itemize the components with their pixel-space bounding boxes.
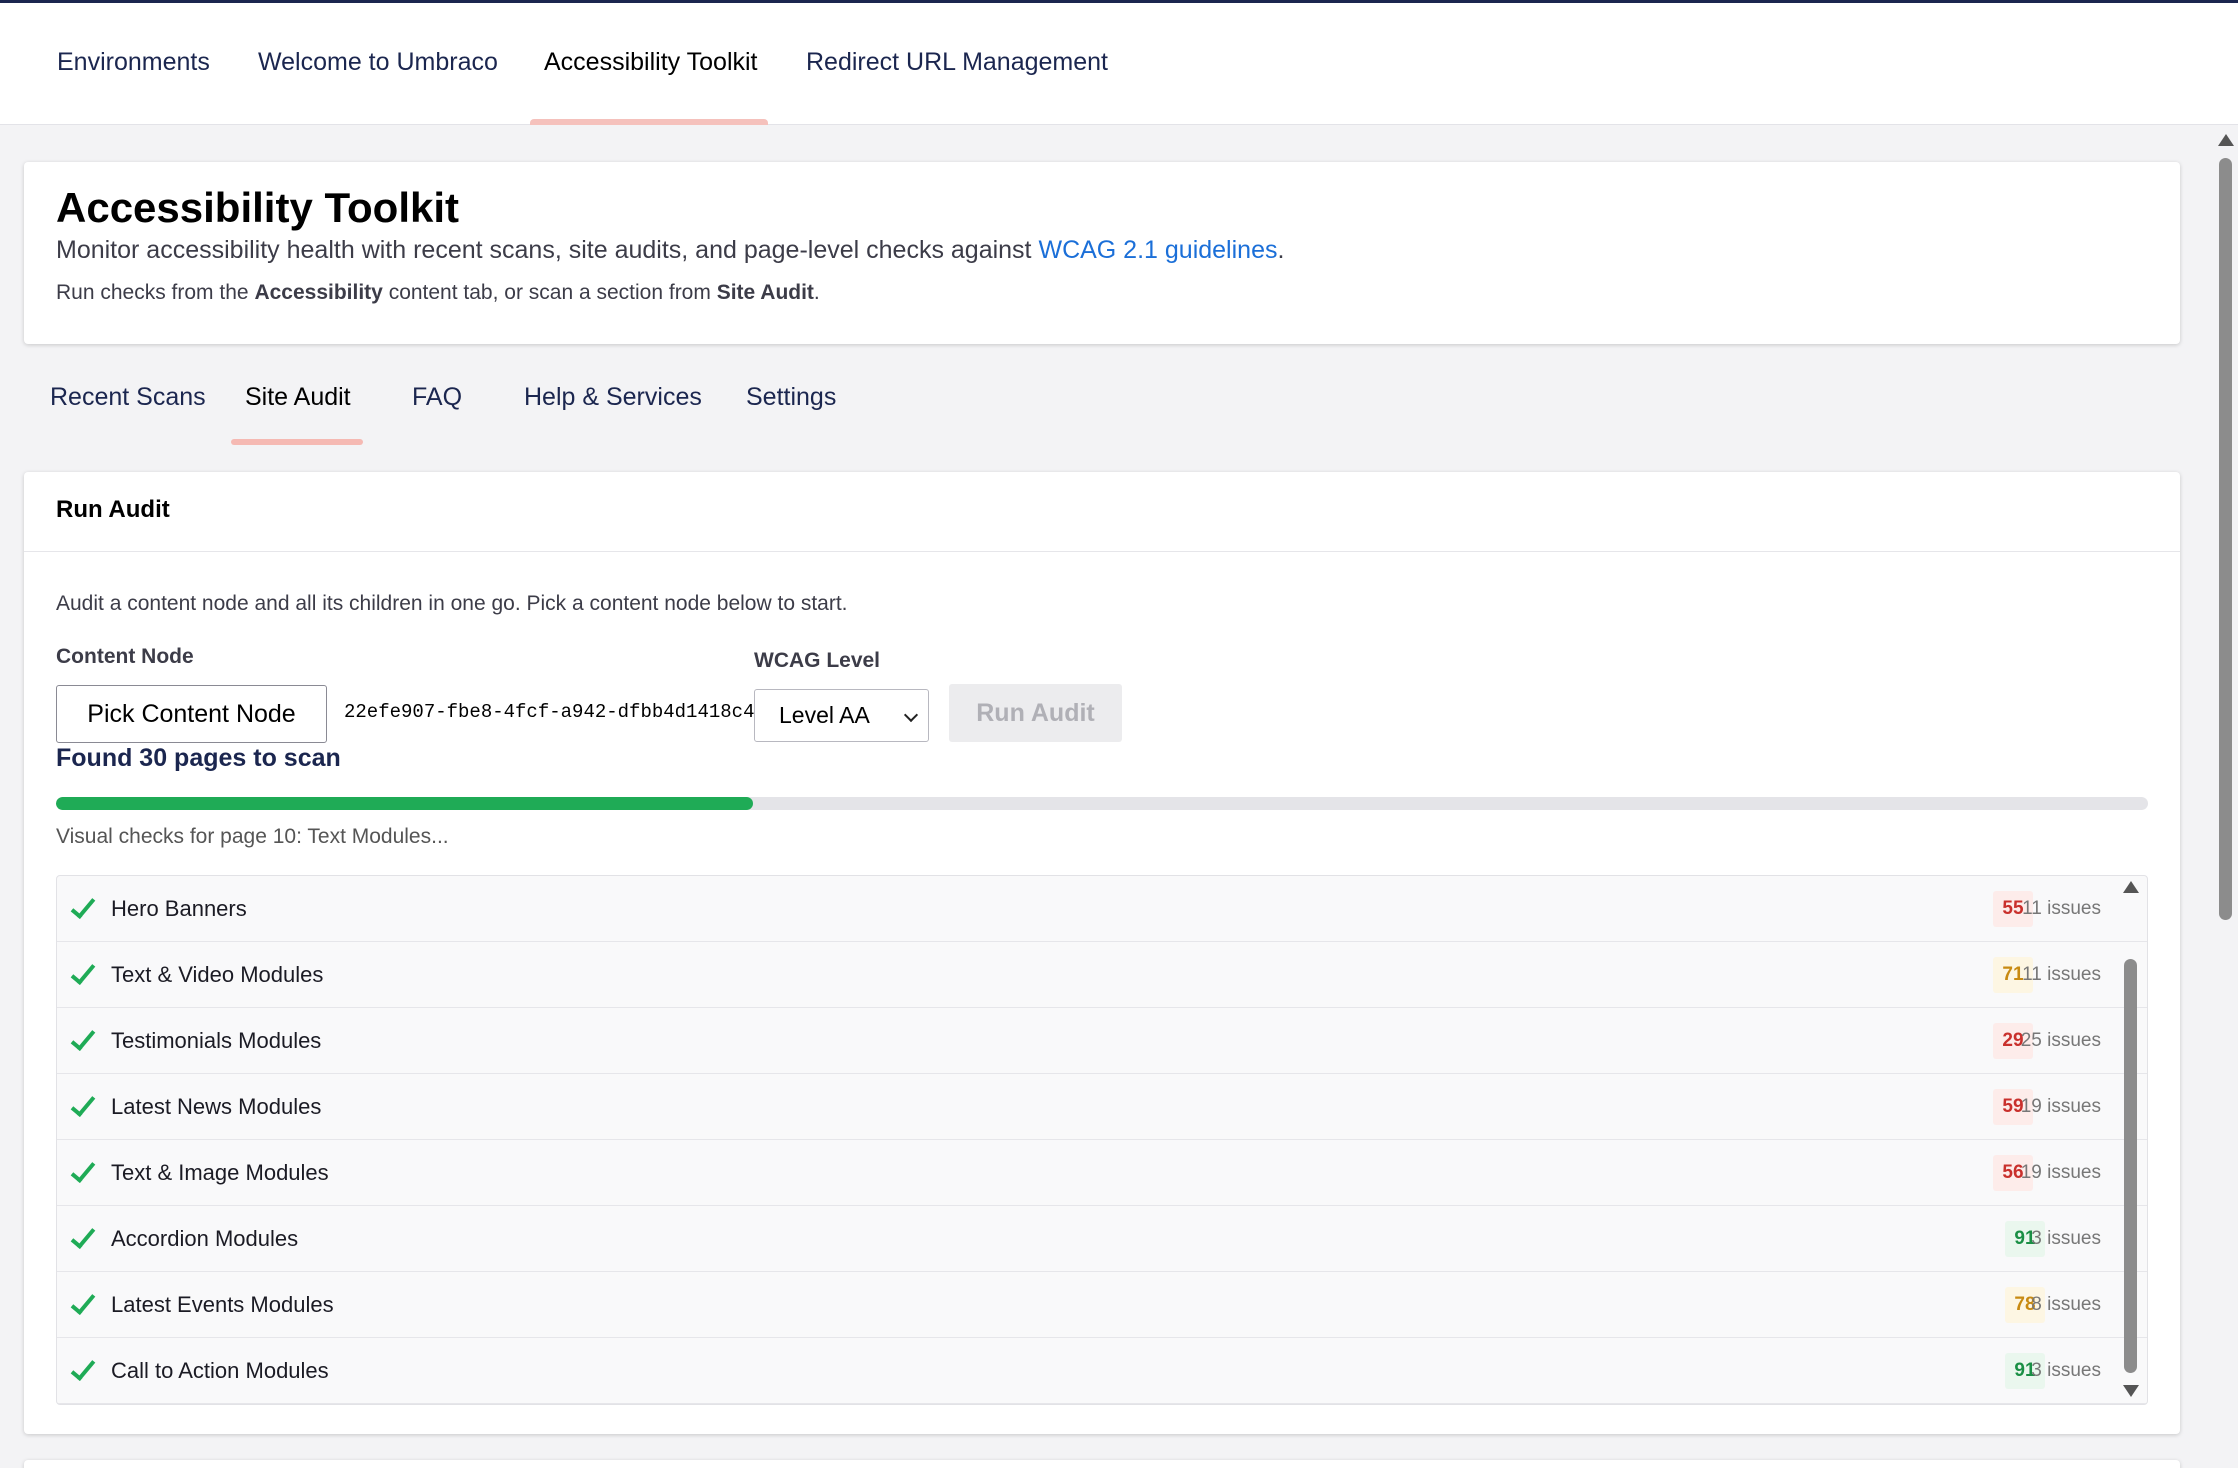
page-hint: Run checks from the Accessibility conten…: [56, 281, 820, 305]
result-page-name: Call to Action Modules: [111, 1358, 329, 1383]
scroll-up-arrow-icon[interactable]: [2123, 881, 2139, 893]
check-icon: [70, 892, 96, 920]
list-item[interactable]: Hero Banners 55 11 issues: [57, 876, 2147, 942]
chevron-down-icon: [903, 707, 919, 723]
check-icon: [70, 1222, 96, 1250]
result-page-name: Testimonials Modules: [111, 1028, 322, 1053]
tab-redirect-url-management[interactable]: Redirect URL Management: [806, 3, 1108, 125]
hint-text-1: Run checks from the: [56, 281, 249, 304]
hint-bold-accessibility: Accessibility: [254, 281, 383, 304]
description-text: Monitor accessibility health with recent…: [56, 236, 1032, 264]
run-audit-button[interactable]: Run Audit: [949, 684, 1122, 742]
result-page-name: Text & Video Modules: [111, 962, 324, 987]
issue-count: 19 issues: [2020, 1096, 2101, 1117]
next-card: [24, 1460, 2180, 1468]
issue-count: 19 issues: [2020, 1162, 2101, 1183]
page-scrollbar[interactable]: [2214, 126, 2238, 1468]
issue-count: 3 issues: [2031, 1228, 2101, 1249]
check-icon: [70, 1024, 96, 1052]
active-subtab-indicator: [231, 439, 363, 445]
page-scrollbar-thumb[interactable]: [2219, 158, 2232, 920]
tab-environments[interactable]: Environments: [57, 3, 210, 125]
wcag-guidelines-link[interactable]: WCAG 2.1 guidelines: [1038, 236, 1277, 264]
list-item[interactable]: Latest News Modules 59 19 issues: [57, 1074, 2147, 1140]
issue-count: 11 issues: [2022, 898, 2101, 919]
content-node-id: 22efe907-fbe8-4fcf-a942-dfbb4d1418c4: [344, 701, 755, 723]
tab-help-services[interactable]: Help & Services: [524, 383, 702, 412]
tab-site-audit[interactable]: Site Audit: [245, 383, 351, 412]
check-icon: [70, 1090, 96, 1118]
check-icon: [70, 1354, 96, 1382]
check-icon: [70, 1288, 96, 1316]
list-item[interactable]: Text & Video Modules 71 11 issues: [57, 942, 2147, 1008]
issue-count: 3 issues: [2031, 1360, 2101, 1381]
tab-faq[interactable]: FAQ: [412, 383, 462, 412]
content-node-label: Content Node: [56, 645, 194, 668]
issue-count: 25 issues: [2020, 1030, 2101, 1051]
list-item[interactable]: Text & Image Modules 56 19 issues: [57, 1140, 2147, 1206]
run-audit-title: Run Audit: [56, 496, 170, 523]
tab-accessibility-toolkit[interactable]: Accessibility Toolkit: [544, 3, 758, 125]
tab-recent-scans[interactable]: Recent Scans: [50, 383, 206, 412]
hint-bold-site-audit: Site Audit: [716, 281, 814, 304]
result-page-name: Accordion Modules: [111, 1226, 299, 1251]
run-audit-card: Run Audit Audit a content node and all i…: [24, 472, 2180, 1434]
section-tabs-bar: Environments Welcome to Umbraco Accessib…: [0, 3, 2238, 125]
list-item[interactable]: Latest Events Modules 78 8 issues: [57, 1272, 2147, 1338]
audit-progress-fill: [56, 797, 753, 810]
audit-status: Visual checks for page 10: Text Modules.…: [56, 825, 449, 848]
scroll-up-arrow-icon[interactable]: [2218, 134, 2234, 146]
result-page-name: Latest Events Modules: [111, 1292, 334, 1317]
list-item[interactable]: Call to Action Modules 91 3 issues: [57, 1338, 2147, 1404]
list-item[interactable]: Accordion Modules 91 3 issues: [57, 1206, 2147, 1272]
page-description: Monitor accessibility health with recent…: [56, 236, 1284, 265]
found-pages-text: Found 30 pages to scan: [56, 744, 341, 772]
tab-settings[interactable]: Settings: [746, 383, 836, 412]
wcag-level-value: Level AA: [779, 702, 870, 728]
run-audit-header: Run Audit: [24, 472, 2180, 552]
check-icon: [70, 958, 96, 986]
scroll-down-arrow-icon[interactable]: [2123, 1385, 2139, 1397]
issue-count: 8 issues: [2031, 1294, 2101, 1315]
pick-content-node-button[interactable]: Pick Content Node: [56, 685, 327, 743]
issue-count: 11 issues: [2022, 964, 2101, 985]
list-item[interactable]: Testimonials Modules 29 25 issues: [57, 1008, 2147, 1074]
audit-progress-bar: [56, 797, 2148, 810]
tab-welcome-to-umbraco[interactable]: Welcome to Umbraco: [258, 3, 498, 125]
results-scrollbar[interactable]: [2119, 875, 2143, 1405]
active-tab-indicator: [530, 119, 768, 125]
results-scrollbar-thumb[interactable]: [2124, 959, 2137, 1373]
result-page-name: Latest News Modules: [111, 1094, 322, 1119]
hint-text-2: content tab, or scan a section from: [388, 281, 711, 304]
hint-text-3: .: [813, 281, 820, 304]
result-page-name: Hero Banners: [111, 896, 247, 921]
check-icon: [70, 1156, 96, 1184]
page-title: Accessibility Toolkit: [56, 184, 459, 231]
wcag-level-select[interactable]: Level AA: [754, 689, 929, 742]
result-page-name: Text & Image Modules: [111, 1160, 329, 1185]
audit-results-list: Hero Banners 55 11 issues Text & Video Modu…: [56, 875, 2148, 1405]
description-suffix: .: [1277, 236, 1285, 264]
wcag-level-label: WCAG Level: [754, 649, 881, 672]
header-card: Accessibility Toolkit Monitor accessibil…: [24, 162, 2180, 344]
audit-description: Audit a content node and all its childre…: [56, 592, 848, 615]
